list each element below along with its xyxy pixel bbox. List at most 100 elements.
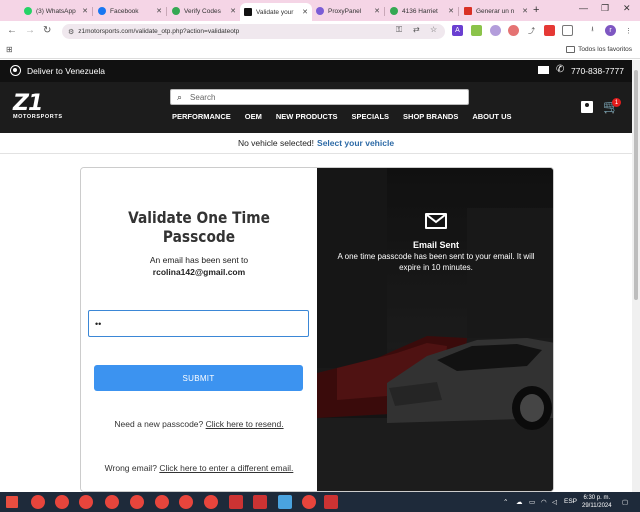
extension-icon[interactable]	[508, 25, 519, 36]
chrome-icon[interactable]	[55, 495, 69, 509]
extension-icon[interactable]	[471, 25, 482, 36]
wifi-icon[interactable]: ◠	[541, 498, 547, 506]
close-window-button[interactable]: ✕	[623, 3, 631, 14]
trend-icon[interactable]: ⤴	[526, 25, 537, 36]
site-header: Z1 MOTORSPORTS ⌕ PERFORMANCE OEM NEW PRO…	[0, 82, 632, 133]
search-input[interactable]	[190, 92, 441, 102]
tab-verify-codes[interactable]: Verify Codes ✕	[168, 3, 240, 19]
account-icon[interactable]	[581, 101, 593, 113]
extensions-puzzle-icon[interactable]	[562, 25, 573, 36]
cloud-icon[interactable]: ☁	[516, 498, 523, 506]
phone-icon[interactable]: ✆	[556, 64, 564, 75]
tab-whatsapp[interactable]: (3) WhatsApp ✕	[20, 3, 92, 19]
system-clock[interactable]: 6:30 p. m. 29/11/2024	[582, 494, 612, 510]
tab-validate-active[interactable]: Validate your ✕	[240, 3, 312, 21]
forward-button[interactable]: →	[25, 25, 35, 36]
chrome-icon[interactable]	[105, 495, 119, 509]
chrome-icon[interactable]	[179, 495, 193, 509]
start-icon[interactable]	[6, 496, 18, 508]
submit-button[interactable]: SUBMIT	[94, 365, 303, 391]
email-sent-heading: Email Sent	[412, 240, 459, 250]
mail-icon[interactable]	[538, 66, 549, 74]
clock-date: 29/11/2024	[582, 503, 612, 509]
reload-button[interactable]: ↻	[43, 25, 51, 36]
page-scrollbar[interactable]	[632, 60, 640, 492]
chrome-icon[interactable]	[302, 495, 316, 509]
vehicle-status: No vehicle selected!	[237, 138, 315, 148]
extension-icon[interactable]	[490, 25, 501, 36]
star-icon[interactable]: ☆	[430, 25, 437, 34]
site-topbar: Deliver to Venezuela ✆ 770-838-7777	[0, 60, 632, 82]
close-icon[interactable]: ✕	[230, 7, 236, 15]
download-icon[interactable]: ⭳	[587, 25, 598, 36]
chrome-icon[interactable]	[204, 495, 218, 509]
search-box[interactable]: ⌕	[170, 89, 469, 105]
close-icon[interactable]: ✕	[302, 8, 308, 16]
vehicle-selector-bar: No vehicle selected! Select your vehicle	[0, 133, 632, 154]
logo-tagline: MOTORSPORTS	[13, 114, 63, 120]
chrome-icon[interactable]	[79, 495, 93, 509]
different-email-link[interactable]: Click here to enter a different email.	[159, 463, 293, 473]
logo-mark: Z1	[13, 91, 43, 116]
volume-icon[interactable]: ◁	[552, 498, 557, 506]
close-icon[interactable]: ✕	[156, 7, 162, 15]
z1-favicon-icon	[244, 8, 252, 16]
nav-shop-brands[interactable]: SHOP BRANDS	[403, 112, 458, 121]
profile-avatar[interactable]: r	[605, 25, 616, 36]
z1-motorsports-logo[interactable]: Z1 MOTORSPORTS	[13, 91, 79, 122]
url-text: z1motorsports.com/validate_otp.php?actio…	[78, 28, 240, 35]
deliver-to[interactable]: Deliver to Venezuela	[10, 65, 105, 76]
chrome-icon[interactable]	[130, 495, 144, 509]
close-icon[interactable]: ✕	[374, 7, 380, 15]
nav-new-products[interactable]: NEW PRODUCTS	[276, 112, 338, 121]
notification-icon[interactable]: ▢	[622, 498, 628, 506]
close-icon[interactable]: ✕	[82, 7, 88, 15]
all-bookmarks[interactable]: Todos los favoritos	[566, 46, 632, 53]
check-icon	[172, 7, 180, 15]
email-sent-note: An email has been sent to rcolina142@gma…	[81, 254, 317, 278]
select-vehicle-link[interactable]: Select your vehicle	[317, 138, 394, 148]
chevron-up-icon[interactable]: ⌃	[503, 498, 508, 506]
close-icon[interactable]: ✕	[522, 7, 528, 15]
search-icon[interactable]: ⌕	[177, 92, 182, 103]
chrome-icon[interactable]	[31, 495, 45, 509]
apps-grid-icon[interactable]: ⊞	[6, 45, 13, 54]
tab-maps[interactable]: 4136 Harriet ✕	[386, 3, 458, 19]
extension-icon[interactable]	[544, 25, 555, 36]
vivaldi-icon[interactable]	[253, 495, 267, 509]
passcode-input[interactable]	[88, 310, 309, 337]
nav-specials[interactable]: SPECIALS	[352, 112, 390, 121]
vivaldi-icon[interactable]	[324, 495, 338, 509]
close-icon[interactable]: ✕	[448, 7, 454, 15]
new-tab-button[interactable]: +	[533, 4, 539, 16]
menu-icon[interactable]: ⋮	[623, 25, 634, 36]
location-icon	[10, 65, 21, 76]
translate-icon[interactable]: ⇄	[413, 25, 420, 34]
address-bar[interactable]: ⚙ z1motorsports.com/validate_otp.php?act…	[62, 24, 445, 39]
language-indicator[interactable]: ESP	[564, 498, 577, 505]
notepad-icon[interactable]	[278, 495, 292, 509]
resend-link[interactable]: Click here to resend.	[206, 419, 284, 429]
page-title: Validate One Time Passcode	[128, 208, 270, 246]
tab-facebook[interactable]: Facebook ✕	[94, 3, 166, 19]
phone-number[interactable]: 770-838-7777	[571, 66, 624, 76]
battery-icon[interactable]: ▭	[529, 498, 535, 506]
site-info-icon[interactable]: ⚙	[68, 28, 74, 36]
browser-tab-strip: (3) WhatsApp ✕ Facebook ✕ Verify Codes ✕…	[0, 0, 640, 21]
tab-label: Generar un n	[476, 7, 515, 15]
vivaldi-icon[interactable]	[229, 495, 243, 509]
scrollbar-thumb[interactable]	[634, 70, 638, 300]
key-icon[interactable]: ⚿	[396, 25, 402, 35]
restore-button[interactable]: ❐	[601, 3, 609, 14]
tab-generar[interactable]: Generar un n ✕	[460, 3, 532, 19]
nav-oem[interactable]: OEM	[245, 112, 262, 121]
nav-performance[interactable]: PERFORMANCE	[172, 112, 231, 121]
extension-icon[interactable]: A	[452, 25, 463, 36]
chrome-icon[interactable]	[155, 495, 169, 509]
clock-time: 6:30 p. m.	[583, 495, 611, 501]
nav-about-us[interactable]: ABOUT US	[472, 112, 511, 121]
tab-label: Verify Codes	[184, 7, 221, 15]
tab-proxypanel[interactable]: ProxyPanel ✕	[312, 3, 384, 19]
back-button[interactable]: ←	[7, 25, 17, 36]
minimize-button[interactable]: —	[579, 3, 588, 13]
